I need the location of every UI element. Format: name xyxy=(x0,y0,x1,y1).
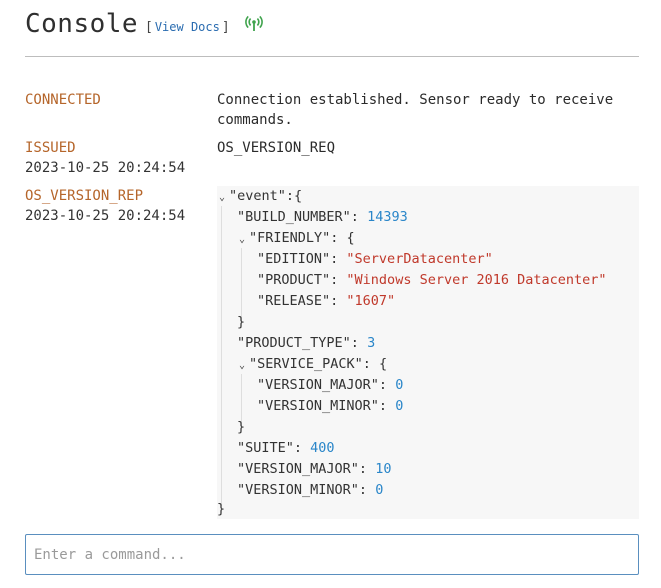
message-line: Connection established. Sensor ready to … xyxy=(217,92,614,108)
json-line: } xyxy=(237,314,246,330)
indent-guide xyxy=(221,206,222,506)
event-type: ISSUED xyxy=(25,140,76,156)
json-value: 14393 xyxy=(367,209,408,225)
json-key: "VERSION_MAJOR" xyxy=(237,461,359,477)
json-key: "VERSION_MINOR" xyxy=(257,398,379,414)
json-key: "SERVICE_PACK" xyxy=(249,356,363,372)
json-key: "PRODUCT_TYPE" xyxy=(237,335,351,351)
message-line: commands. xyxy=(217,112,293,128)
indent-guide xyxy=(241,248,242,322)
collapse-toggle-icon[interactable]: ⌄ xyxy=(239,355,249,376)
json-key: "VERSION_MAJOR" xyxy=(257,377,379,393)
log-entry-meta: CONNECTED xyxy=(25,90,215,110)
json-key: "EDITION" xyxy=(257,251,331,267)
json-value: 10 xyxy=(375,461,392,477)
log-entry-meta: OS_VERSION_REP 2023-10-25 20:24:54 xyxy=(25,186,215,226)
view-docs-label[interactable]: View Docs xyxy=(153,20,222,34)
json-line: "VERSION_MAJOR": 0 xyxy=(257,377,404,393)
event-type: OS_VERSION_REP xyxy=(25,188,144,204)
json-key: "FRIENDLY" xyxy=(249,230,331,246)
page-title: Console xyxy=(25,9,139,39)
json-line: ⌄ "FRIENDLY": { xyxy=(239,228,355,249)
json-key: "BUILD_NUMBER" xyxy=(237,209,351,225)
json-line: ⌄ "SERVICE_PACK": { xyxy=(239,354,387,375)
json-line: "VERSION_MINOR": 0 xyxy=(257,398,404,414)
json-line: "VERSION_MINOR": 0 xyxy=(237,482,384,498)
json-value: "1607" xyxy=(346,293,396,309)
collapse-toggle-icon[interactable]: ⌄ xyxy=(239,229,249,250)
message-line: OS_VERSION_REQ xyxy=(217,140,336,156)
json-line: "BUILD_NUMBER": 14393 xyxy=(237,209,408,225)
console-page: Console [View Docs] CONNECTED Connection… xyxy=(0,0,661,588)
json-value: 400 xyxy=(310,440,335,456)
view-docs-link[interactable]: [View Docs] xyxy=(145,19,230,36)
json-value: 0 xyxy=(395,377,404,393)
json-line: "PRODUCT_TYPE": 3 xyxy=(237,335,376,351)
antenna-signal-icon xyxy=(245,15,263,31)
json-value: "Windows Server 2016 Datacenter" xyxy=(346,272,607,288)
json-value: "ServerDatacenter" xyxy=(346,251,493,267)
json-line: "SUITE": 400 xyxy=(237,440,335,456)
json-value: 3 xyxy=(367,335,376,351)
json-line: } xyxy=(237,419,246,435)
json-key: "SUITE" xyxy=(237,440,294,456)
event-type: CONNECTED xyxy=(25,92,101,108)
json-key: "VERSION_MINOR" xyxy=(237,482,359,498)
log-entry-message: OS_VERSION_REQ xyxy=(217,138,639,158)
json-line: "PRODUCT": "Windows Server 2016 Datacent… xyxy=(257,272,607,288)
json-line: ⌄ "event":{ xyxy=(219,186,302,207)
event-timestamp: 2023-10-25 20:24:54 xyxy=(25,160,186,176)
log-entry-meta: ISSUED 2023-10-25 20:24:54 xyxy=(25,138,215,178)
docs-bracket-open: [ xyxy=(145,20,153,35)
json-key: "RELEASE" xyxy=(257,293,331,309)
json-line: "RELEASE": "1607" xyxy=(257,293,396,309)
json-value: 0 xyxy=(375,482,384,498)
command-input[interactable] xyxy=(25,534,639,575)
console-header: Console [View Docs] xyxy=(25,8,639,57)
json-key: "PRODUCT" xyxy=(257,272,331,288)
json-line: } xyxy=(217,501,226,517)
json-viewer: ⌄ "event":{ "BUILD_NUMBER": 14393 ⌄ "FRIEN… xyxy=(217,186,639,519)
json-value: 0 xyxy=(395,398,404,414)
log-entry-message: Connection established. Sensor ready to … xyxy=(217,90,639,130)
json-line: "EDITION": "ServerDatacenter" xyxy=(257,251,493,267)
event-timestamp: 2023-10-25 20:24:54 xyxy=(25,208,186,224)
collapse-toggle-icon[interactable]: ⌄ xyxy=(219,187,229,208)
json-key: "event" xyxy=(229,188,286,204)
docs-bracket-close: ] xyxy=(221,20,230,35)
json-line: "VERSION_MAJOR": 10 xyxy=(237,461,392,477)
